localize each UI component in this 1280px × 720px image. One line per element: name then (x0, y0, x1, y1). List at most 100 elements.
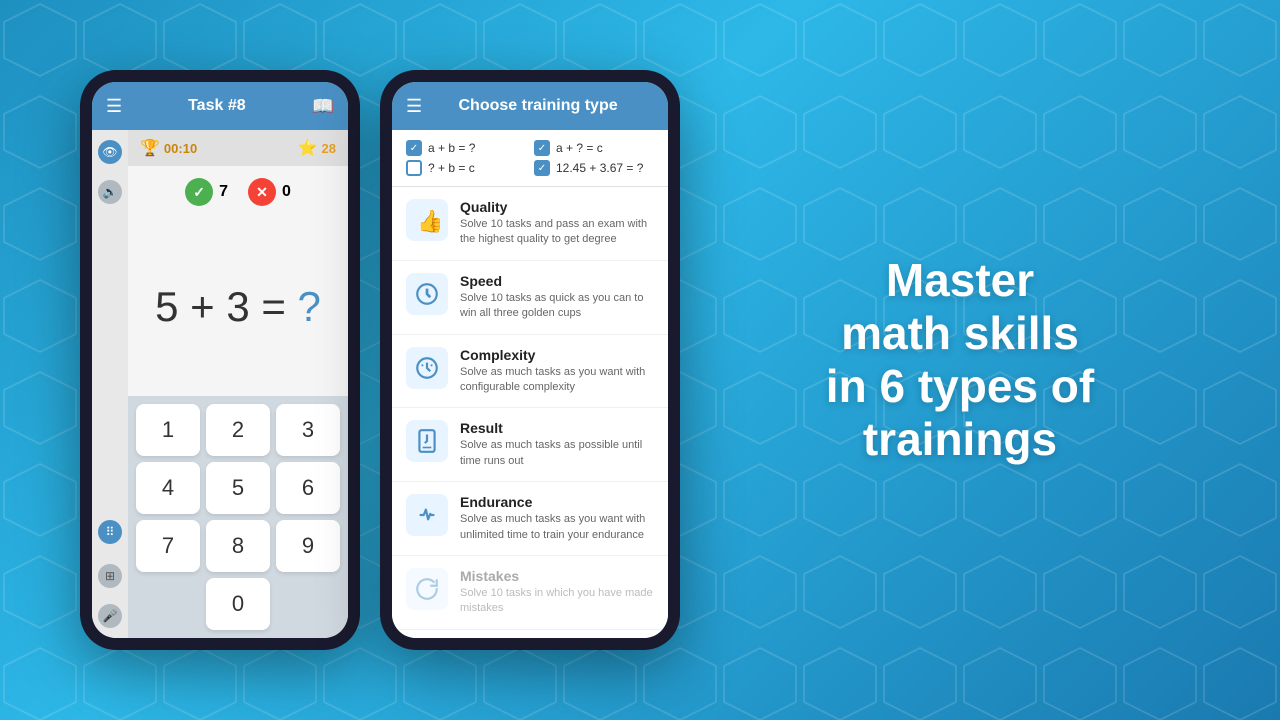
checkbox-item-2[interactable]: ? + b = c (406, 160, 526, 176)
key-7[interactable]: 7 (136, 520, 200, 572)
checkbox-item-4[interactable]: ✓ 12.45 + 3.67 = ? (534, 160, 654, 176)
menu-icon-left[interactable]: ☰ (106, 96, 122, 117)
hero-text-area: Master math skills in 6 types of trainin… (680, 234, 1240, 486)
app-bar-right: ☰ Choose training type (392, 82, 668, 130)
stars-number: 28 (322, 141, 336, 156)
speed-name: Speed (460, 273, 654, 289)
math-display: 5 + 3 = ? (155, 283, 321, 331)
checkbox-item-1[interactable]: ✓ a + b = ? (406, 140, 526, 156)
training-title: Choose training type (422, 97, 654, 115)
star-count: ⭐ 28 (298, 138, 336, 158)
correct-count: 7 (219, 183, 228, 201)
quality-icon: 👍 (406, 199, 448, 241)
key-4[interactable]: 4 (136, 462, 200, 514)
complexity-name: Complexity (460, 347, 654, 363)
keyboard-area: 1 2 3 4 5 6 7 8 9 0 (128, 396, 348, 638)
endurance-name: Endurance (460, 494, 654, 510)
key-grid: 1 2 3 4 5 6 7 8 9 0 (136, 404, 340, 630)
training-complexity[interactable]: Complexity Solve as much tasks as you wa… (392, 335, 668, 409)
checkbox-label-3: a + ? = c (556, 141, 603, 155)
sidebar-volume-icon[interactable]: 🔈 (98, 180, 122, 204)
wrong-score: ✕ 0 (248, 178, 291, 206)
wrong-count: 0 (282, 183, 291, 201)
result-text: Result Solve as much tasks as possible u… (460, 420, 654, 469)
left-sidebar: 👁 🔈 ⠿ ⊞ 🎤 (92, 130, 128, 638)
training-mistakes[interactable]: Mistakes Solve 10 tasks in which you hav… (392, 556, 668, 630)
result-name: Result (460, 420, 654, 436)
wrong-badge: ✕ (248, 178, 276, 206)
task-area: 🏆 00:10 ⭐ 28 ✓ 7 (128, 130, 348, 638)
key-3[interactable]: 3 (276, 404, 340, 456)
sidebar-grid-icon[interactable]: ⠿ (98, 520, 122, 544)
result-desc: Solve as much tasks as possible until ti… (460, 438, 654, 469)
star-icon: ⭐ (298, 138, 318, 158)
main-content: ☰ Task #8 📖 👁 🔈 ⠿ ⊞ 🎤 (0, 0, 1280, 720)
complexity-text: Complexity Solve as much tasks as you wa… (460, 347, 654, 396)
endurance-icon (406, 494, 448, 536)
hero-line-3: in 6 types of (826, 360, 1094, 413)
quality-text: Quality Solve 10 tasks and pass an exam … (460, 199, 654, 248)
checkbox-label-4: 12.45 + 3.67 = ? (556, 161, 643, 175)
key-2[interactable]: 2 (206, 404, 270, 456)
svg-text:👍: 👍 (417, 209, 440, 233)
book-icon[interactable]: 📖 (312, 96, 334, 117)
key-5[interactable]: 5 (206, 462, 270, 514)
training-speed[interactable]: Speed Solve 10 tasks as quick as you can… (392, 261, 668, 335)
mistakes-text: Mistakes Solve 10 tasks in which you hav… (460, 568, 654, 617)
checkbox-label-2: ? + b = c (428, 161, 475, 175)
stats-bar: 🏆 00:10 ⭐ 28 (128, 130, 348, 166)
timer-display: 00:10 (164, 141, 197, 156)
checkbox-1[interactable]: ✓ (406, 140, 422, 156)
sidebar-mic-icon[interactable]: 🎤 (98, 604, 122, 628)
complexity-desc: Solve as much tasks as you want with con… (460, 365, 654, 396)
checkbox-2[interactable] (406, 160, 422, 176)
sidebar-eye-icon[interactable]: 👁 (98, 140, 122, 164)
trophy-time: 🏆 00:10 (140, 138, 197, 158)
sidebar-table-icon[interactable]: ⊞ (98, 564, 122, 588)
correct-badge: ✓ (185, 178, 213, 206)
training-result[interactable]: Result Solve as much tasks as possible u… (392, 408, 668, 482)
math-problem: 5 + 3 = ? (128, 218, 348, 396)
quality-name: Quality (460, 199, 654, 215)
key-0[interactable]: 0 (206, 578, 270, 630)
training-quality[interactable]: 👍 Quality Solve 10 tasks and pass an exa… (392, 187, 668, 261)
app-bar-left: ☰ Task #8 📖 (92, 82, 348, 130)
phone-right: ☰ Choose training type ✓ a + b = ? ✓ a +… (380, 70, 680, 650)
trophy-icon: 🏆 (140, 138, 160, 158)
key-6[interactable]: 6 (276, 462, 340, 514)
endurance-text: Endurance Solve as much tasks as you wan… (460, 494, 654, 543)
mistakes-name: Mistakes (460, 568, 654, 584)
key-1[interactable]: 1 (136, 404, 200, 456)
correct-score: ✓ 7 (185, 178, 228, 206)
speed-desc: Solve 10 tasks as quick as you can to wi… (460, 291, 654, 322)
endurance-desc: Solve as much tasks as you want with unl… (460, 512, 654, 543)
hero-line-2: math skills (826, 307, 1094, 360)
checkbox-3[interactable]: ✓ (534, 140, 550, 156)
speed-text: Speed Solve 10 tasks as quick as you can… (460, 273, 654, 322)
mistakes-desc: Solve 10 tasks in which you have made mi… (460, 586, 654, 617)
quality-desc: Solve 10 tasks and pass an exam with the… (460, 217, 654, 248)
mistakes-icon (406, 568, 448, 610)
key-9[interactable]: 9 (276, 520, 340, 572)
complexity-icon (406, 347, 448, 389)
checkbox-4[interactable]: ✓ (534, 160, 550, 176)
hero-title: Master math skills in 6 types of trainin… (826, 254, 1094, 466)
training-endurance[interactable]: Endurance Solve as much tasks as you wan… (392, 482, 668, 556)
phone-left: ☰ Task #8 📖 👁 🔈 ⠿ ⊞ 🎤 (80, 70, 360, 650)
checkbox-label-1: a + b = ? (428, 141, 475, 155)
checkboxes-area: ✓ a + b = ? ✓ a + ? = c ? + b = c ✓ 12.4… (392, 130, 668, 187)
task-title: Task #8 (122, 97, 311, 115)
speed-icon (406, 273, 448, 315)
hero-line-4: trainings (826, 413, 1094, 466)
key-8[interactable]: 8 (206, 520, 270, 572)
result-icon (406, 420, 448, 462)
score-row: ✓ 7 ✕ 0 (128, 166, 348, 218)
menu-icon-right[interactable]: ☰ (406, 96, 422, 117)
question-mark: ? (298, 283, 321, 330)
phone-left-screen: ☰ Task #8 📖 👁 🔈 ⠿ ⊞ 🎤 (92, 82, 348, 638)
hero-line-1: Master (826, 254, 1094, 307)
left-body: 👁 🔈 ⠿ ⊞ 🎤 🏆 00:10 ⭐ (92, 130, 348, 638)
phone-right-screen: ☰ Choose training type ✓ a + b = ? ✓ a +… (392, 82, 668, 638)
training-list: 👍 Quality Solve 10 tasks and pass an exa… (392, 187, 668, 638)
checkbox-item-3[interactable]: ✓ a + ? = c (534, 140, 654, 156)
